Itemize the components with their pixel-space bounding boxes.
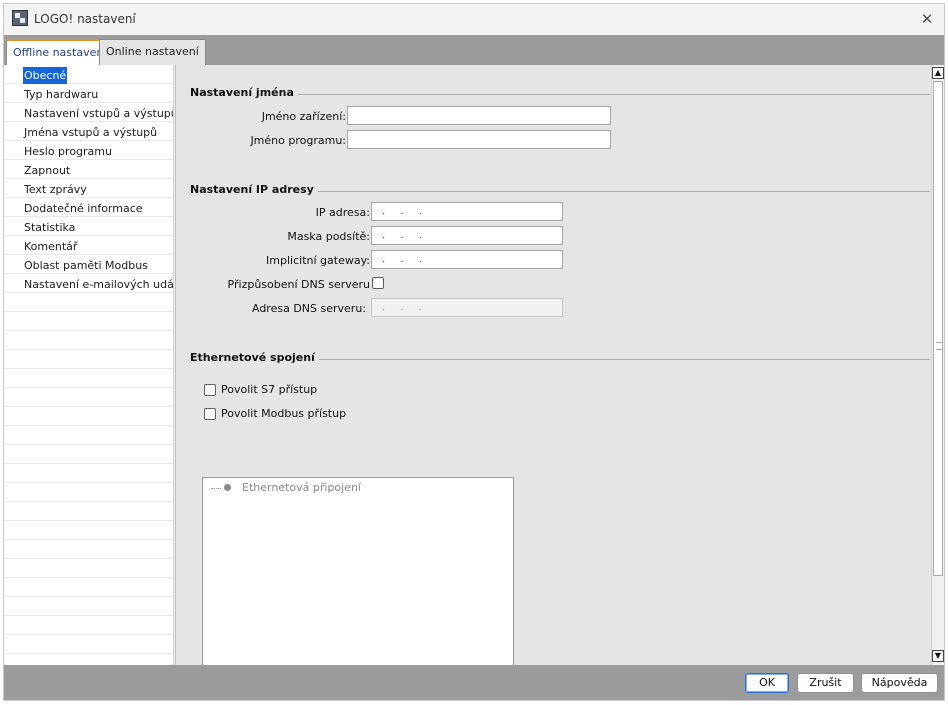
modbus-access-label[interactable]: Povolit Modbus přístup — [221, 407, 346, 420]
group-divider — [190, 94, 930, 95]
subnet-mask-label: Maska podsítě: — [287, 230, 370, 243]
tree-node-icon — [224, 484, 231, 491]
chevron-down-icon: ▼ — [934, 651, 942, 660]
s7-access-checkbox[interactable] — [204, 384, 216, 396]
settings-dialog: LOGO! nastavení ✕ Offline nastavení Onli… — [3, 3, 945, 701]
ip-settings-header: Nastavení IP adresy — [190, 183, 318, 196]
window-title: LOGO! nastavení — [34, 12, 136, 26]
ip-address-input[interactable]: . . . — [371, 202, 563, 221]
vertical-scrollbar[interactable]: ▲ ▼ — [931, 65, 944, 665]
default-gateway-label: Implicitní gateway: — [266, 254, 370, 267]
dns-address-input: . . . — [371, 298, 563, 317]
scroll-up-button[interactable]: ▲ — [932, 67, 944, 79]
subnet-mask-input[interactable]: . . . — [371, 226, 563, 245]
device-name-input[interactable] — [347, 106, 611, 125]
dns-custom-checkbox[interactable] — [372, 277, 384, 289]
sidebar-item-additional-info[interactable]: Dodatečné informace — [23, 200, 144, 217]
ok-button[interactable]: OK — [745, 673, 789, 693]
tree-connector — [211, 488, 221, 489]
tab-offline-settings[interactable]: Offline nastavení — [6, 39, 114, 65]
default-gateway-input[interactable]: . . . — [371, 250, 563, 269]
sidebar-item-hardware-type[interactable]: Typ hardwaru — [23, 86, 99, 103]
sidebar-item-message-text[interactable]: Text zprávy — [23, 181, 88, 198]
sidebar-item-program-password[interactable]: Heslo programu — [23, 143, 113, 160]
program-name-input[interactable] — [347, 130, 611, 149]
device-name-label: Jméno zařízení: — [261, 110, 346, 123]
chevron-up-icon: ▲ — [934, 68, 942, 77]
cancel-button[interactable]: Zrušit — [797, 673, 854, 693]
dns-address-label: Adresa DNS serveru: — [251, 302, 366, 315]
dns-custom-label: Přizpůsobení DNS serveru — [227, 278, 370, 291]
modbus-access-checkbox[interactable] — [204, 408, 216, 420]
sidebar-item-io-settings[interactable]: Nastavení vstupů a výstupů — [23, 105, 173, 122]
sidebar-item-comment[interactable]: Komentář — [23, 238, 78, 255]
tree-root-label[interactable]: Ethernetová připojení — [242, 481, 361, 494]
close-button[interactable]: ✕ — [916, 8, 938, 30]
sidebar-item-general[interactable]: Obecné — [23, 67, 68, 84]
sidebar-item-modbus-memory[interactable]: Oblast paměti Modbus — [23, 257, 149, 274]
scroll-down-button[interactable]: ▼ — [932, 650, 944, 662]
logo-app-icon — [12, 10, 28, 26]
help-button[interactable]: Nápověda — [861, 673, 938, 693]
sidebar-item-email-events[interactable]: Nastavení e-mailových událostí — [23, 276, 173, 293]
s7-access-label[interactable]: Povolit S7 přístup — [221, 383, 317, 396]
settings-sidebar: Obecné Typ hardwaru Nastavení vstupů a v… — [4, 65, 174, 665]
close-icon: ✕ — [920, 10, 934, 28]
tab-online-settings[interactable]: Online nastavení — [99, 39, 206, 65]
program-name-label: Jméno programu: — [250, 134, 346, 147]
sidebar-item-statistics[interactable]: Statistika — [23, 219, 76, 236]
ip-address-label: IP adresa: — [315, 206, 370, 219]
sidebar-item-power-on[interactable]: Zapnout — [23, 162, 71, 179]
sidebar-item-io-names[interactable]: Jména vstupů a výstupů — [23, 124, 158, 141]
scroll-thumb[interactable] — [933, 81, 943, 576]
ethernet-header: Ethernetové spojení — [190, 351, 319, 364]
name-settings-header: Nastavení jména — [190, 86, 298, 99]
title-bar: LOGO! nastavení ✕ — [4, 4, 944, 34]
ethernet-connections-tree[interactable]: Ethernetová připojení — [202, 477, 514, 665]
general-settings-panel: Nastavení jména Jméno zařízení: Jméno pr… — [175, 65, 931, 665]
scroll-grip — [936, 342, 942, 350]
button-bar: OK Zrušit Nápověda — [4, 665, 944, 700]
tab-strip: Offline nastavení Online nastavení — [4, 35, 944, 65]
